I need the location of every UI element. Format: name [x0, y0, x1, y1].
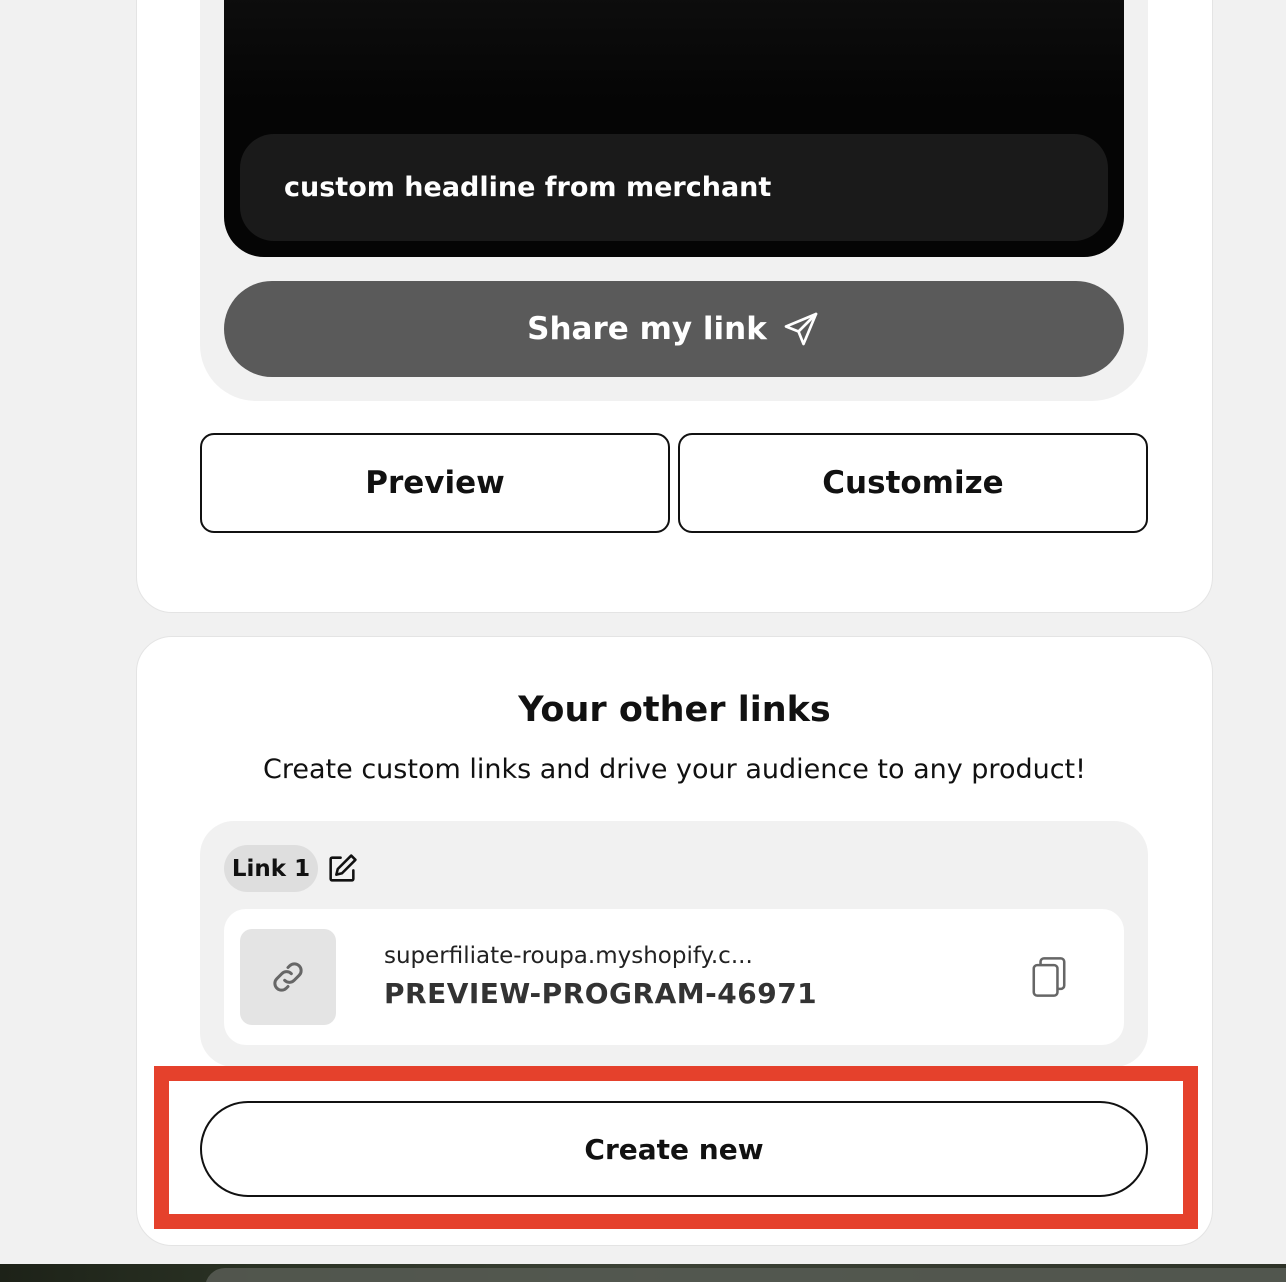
- customize-button[interactable]: Customize: [678, 433, 1148, 533]
- link-url: superfiliate-roupa.myshopify.c...: [384, 943, 753, 969]
- headline-banner: custom headline from merchant: [240, 134, 1108, 241]
- create-new-button[interactable]: Create new: [200, 1101, 1148, 1197]
- other-links-subtitle: Create custom links and drive your audie…: [263, 754, 1086, 785]
- preview-button-label: Preview: [365, 465, 505, 501]
- link-code: PREVIEW-PROGRAM-46971: [384, 977, 818, 1010]
- share-button-label: Share my link: [527, 311, 767, 347]
- overlay-tab: [205, 1268, 1286, 1282]
- headline-text: custom headline from merchant: [284, 172, 772, 203]
- paper-plane-icon: [784, 312, 818, 346]
- link-name-chip: Link 1: [224, 845, 318, 892]
- page: custom headline from merchant Share my l…: [0, 0, 1286, 1282]
- link-thumbnail: [240, 929, 336, 1025]
- preview-button[interactable]: Preview: [200, 433, 670, 533]
- pencil-square-icon[interactable]: [325, 852, 359, 886]
- other-links-title: Your other links: [518, 690, 831, 730]
- share-my-link-button[interactable]: Share my link: [224, 281, 1124, 377]
- link-name: Link 1: [231, 855, 311, 882]
- create-new-label: Create new: [584, 1132, 764, 1166]
- copy-icon[interactable]: [1028, 955, 1070, 999]
- customize-button-label: Customize: [822, 465, 1004, 501]
- link-chain-icon: [273, 962, 303, 992]
